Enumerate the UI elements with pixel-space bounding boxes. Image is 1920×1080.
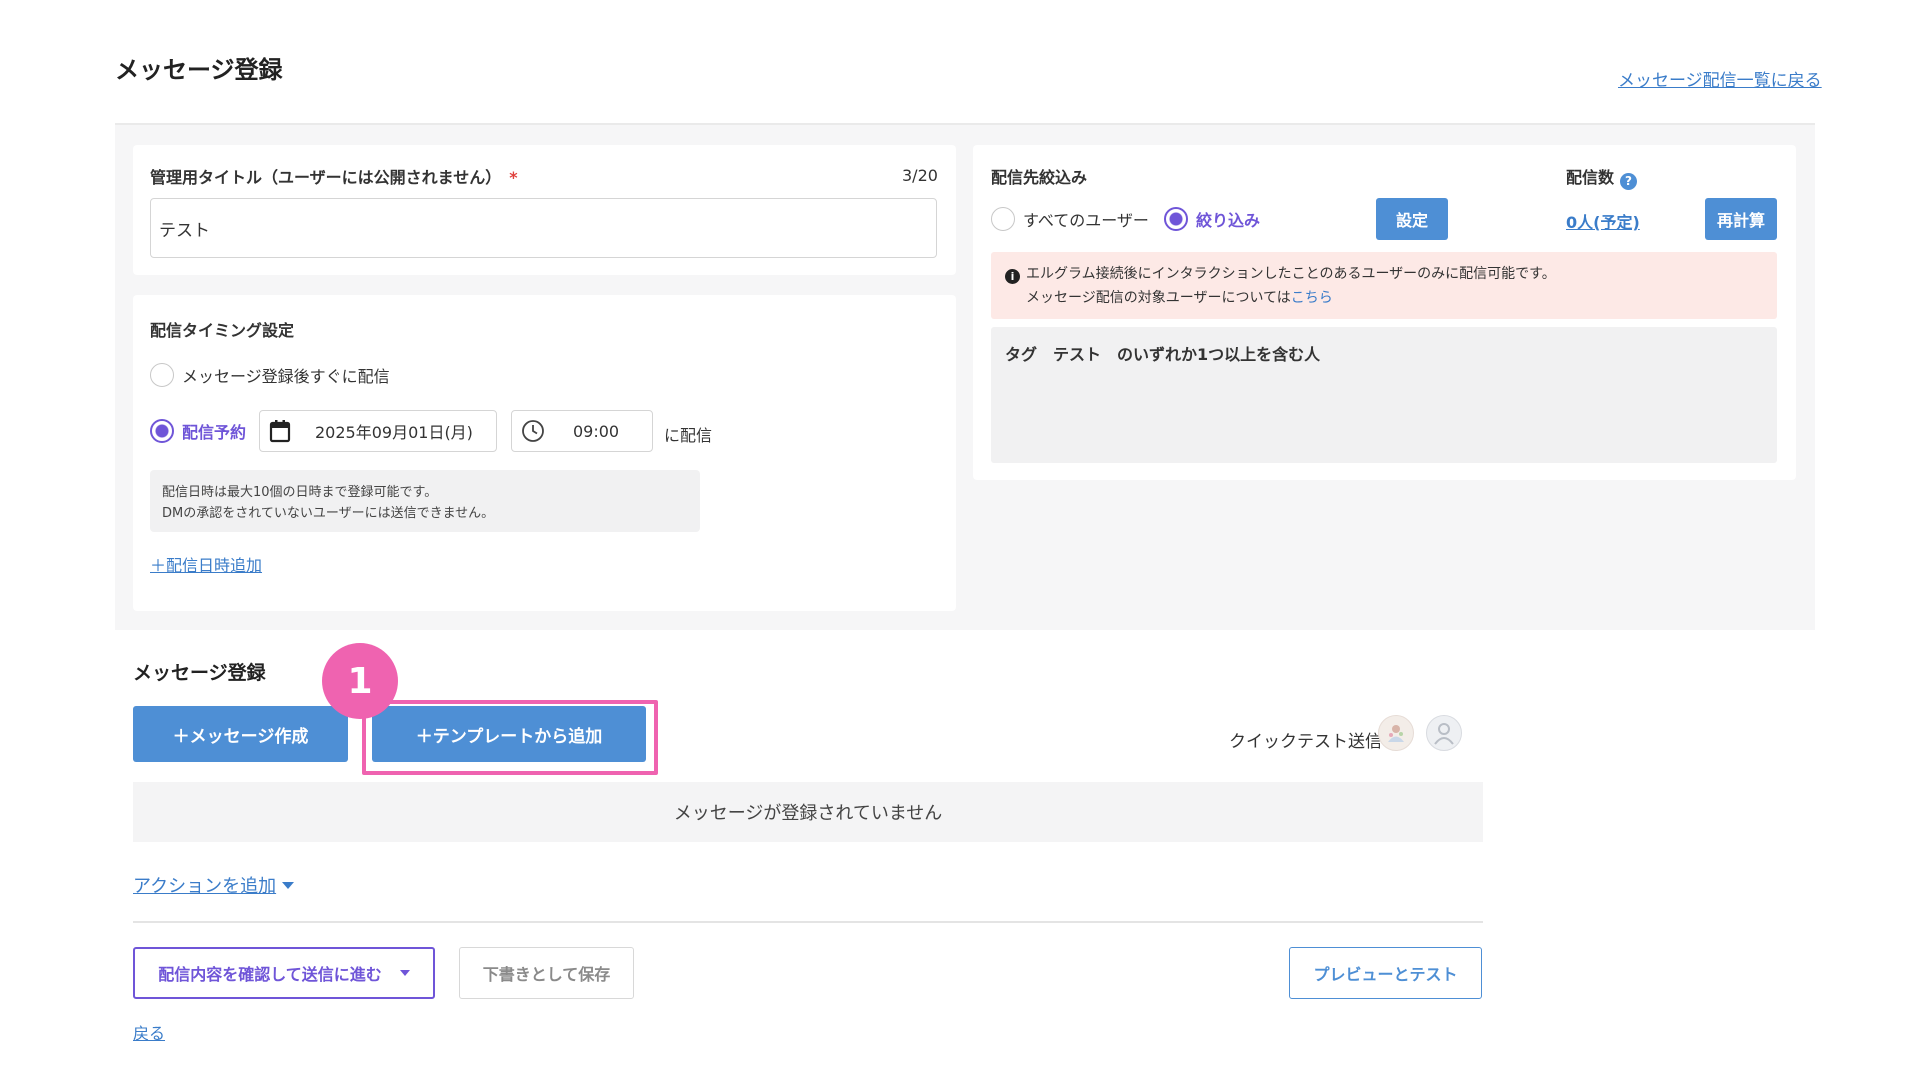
date-value: 2025年09月01日(月) [315, 423, 473, 442]
radio-scheduled-circle[interactable] [150, 419, 174, 443]
empty-message-text: メッセージが登録されていません [673, 803, 943, 824]
radio-immediate[interactable]: メッセージ登録後すぐに配信 [150, 363, 390, 387]
title-char-counter: 3/20 [902, 166, 938, 185]
caret-down-icon [282, 882, 295, 889]
title-label-row: 管理用タイトル（ユーザーには公開されません） * [150, 164, 518, 188]
add-action-dropdown[interactable]: アクションを追加 [133, 872, 295, 898]
empty-message-placeholder: メッセージが登録されていません [133, 782, 1483, 842]
preview-and-test-button[interactable]: プレビューとテスト [1289, 947, 1482, 999]
back-link[interactable]: 戻る [133, 1020, 165, 1044]
radio-all-users-circle[interactable] [991, 207, 1015, 231]
create-message-button[interactable]: ＋メッセージ作成 [133, 706, 348, 762]
schedule-note-line2: DMの承認をされていないユーザーには送信できません。 [162, 506, 495, 521]
user-placeholder-icon[interactable] [1426, 715, 1462, 751]
schedule-note: 配信日時は最大10個の日時まで登録可能です。 DMの承認をされていないユーザーに… [150, 470, 700, 532]
caret-down-icon[interactable] [399, 970, 410, 976]
alert-line2: メッセージ配信の対象ユーザーについては [1026, 290, 1291, 306]
highlight-frame [362, 700, 658, 775]
radio-scheduled[interactable]: 配信予約 [150, 419, 246, 443]
confirm-and-send-button[interactable]: 配信内容を確認して送信に進む [133, 947, 435, 999]
radio-immediate-label: メッセージ登録後すぐに配信 [182, 367, 390, 386]
alert-line1: エルグラム接続後にインタラクションしたことのあるユーザーのみに配信可能です。 [1026, 266, 1556, 282]
clock-icon [521, 419, 545, 443]
title-input-value: テスト [159, 220, 210, 241]
delivery-count-label: 配信数 [1566, 168, 1615, 187]
help-icon[interactable]: ? [1620, 173, 1638, 190]
page-title: メッセージ登録 [115, 56, 283, 84]
radio-filter[interactable]: 絞り込み [1164, 207, 1260, 231]
filter-condition-box: タグ テスト のいずれか1つ以上を含む人 [991, 327, 1777, 463]
message-section-title: メッセージ登録 [133, 662, 266, 684]
confirm-and-send-label: 配信内容を確認して送信に進む [158, 965, 382, 984]
delivery-count-label-row: 配信数? [1566, 164, 1638, 190]
target-label: 配信先絞込み [991, 168, 1088, 187]
timing-label: 配信タイミング設定 [150, 321, 295, 340]
step-badge: 1 [322, 643, 398, 719]
quick-test-label: クイックテスト送信 [1229, 732, 1382, 752]
radio-all-users[interactable]: すべてのユーザー [991, 207, 1149, 231]
filter-condition-text: タグ テスト のいずれか1つ以上を含む人 [1005, 345, 1321, 364]
schedule-suffix: に配信 [664, 426, 713, 445]
required-mark: * [509, 168, 518, 187]
title-input[interactable]: テスト [150, 198, 937, 258]
date-picker[interactable]: 2025年09月01日(月) [259, 410, 497, 452]
back-to-list-link[interactable]: メッセージ配信一覧に戻る [1618, 66, 1822, 91]
radio-filter-circle[interactable] [1164, 207, 1188, 231]
delivery-count-value[interactable]: 0人(予定) [1566, 209, 1640, 233]
calendar-icon [269, 419, 291, 443]
target-alert: i エルグラム接続後にインタラクションしたことのあるユーザーのみに配信可能です。 … [991, 252, 1777, 319]
recalculate-button[interactable]: 再計算 [1705, 198, 1777, 240]
radio-immediate-circle[interactable] [150, 363, 174, 387]
time-value: 09:00 [573, 421, 620, 441]
time-picker[interactable]: 09:00 [511, 410, 653, 452]
save-draft-button[interactable]: 下書きとして保存 [459, 947, 634, 999]
title-label: 管理用タイトル（ユーザーには公開されません） [150, 168, 502, 187]
filter-setting-button[interactable]: 設定 [1376, 198, 1448, 240]
alert-link[interactable]: こちら [1291, 290, 1333, 306]
add-datetime-link[interactable]: ＋配信日時追加 [150, 552, 262, 576]
radio-filter-label: 絞り込み [1196, 211, 1261, 230]
info-icon: i [1005, 269, 1020, 284]
radio-all-users-label: すべてのユーザー [1023, 211, 1149, 230]
schedule-note-line1: 配信日時は最大10個の日時まで登録可能です。 [162, 485, 438, 500]
add-action-label: アクションを追加 [133, 876, 277, 897]
radio-scheduled-label: 配信予約 [182, 423, 247, 442]
bottom-divider [133, 921, 1483, 923]
avatar[interactable] [1378, 715, 1414, 751]
